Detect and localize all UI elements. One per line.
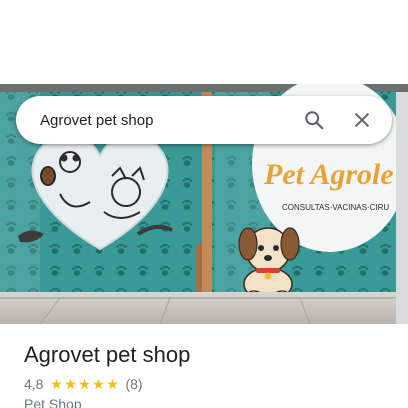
rating-value: 4,8: [24, 376, 44, 392]
place-preview-screen: Pet Agrole CONSULTAS·VACINAS·CIRU Agrove…: [0, 0, 408, 408]
star-icon: ★: [64, 376, 77, 392]
place-info: Agrovet pet shop 4,8 ★ ★ ★ ★ ★ (8) Pet S…: [24, 340, 392, 408]
search-input[interactable]: Agrovet pet shop: [16, 112, 292, 129]
clear-search-button[interactable]: [340, 98, 384, 142]
search-button[interactable]: [292, 98, 336, 142]
search-icon: [305, 111, 324, 130]
rating-row[interactable]: 4,8 ★ ★ ★ ★ ★ (8): [24, 375, 392, 393]
review-count[interactable]: (8): [125, 376, 142, 392]
place-category: Pet Shop: [24, 396, 82, 408]
close-icon: [355, 113, 369, 127]
search-bar[interactable]: Agrovet pet shop: [16, 96, 392, 144]
star-icon: ★: [106, 376, 119, 392]
place-title[interactable]: Agrovet pet shop: [24, 340, 392, 370]
sign-text: Pet Agrole: [263, 158, 394, 191]
sign-subtext: CONSULTAS·VACINAS·CIRU: [282, 203, 389, 212]
star-icon: ★: [92, 376, 105, 392]
star-icon: ★: [78, 376, 91, 392]
star-icon: ★: [50, 376, 63, 392]
star-rating: ★ ★ ★ ★ ★: [49, 377, 119, 391]
